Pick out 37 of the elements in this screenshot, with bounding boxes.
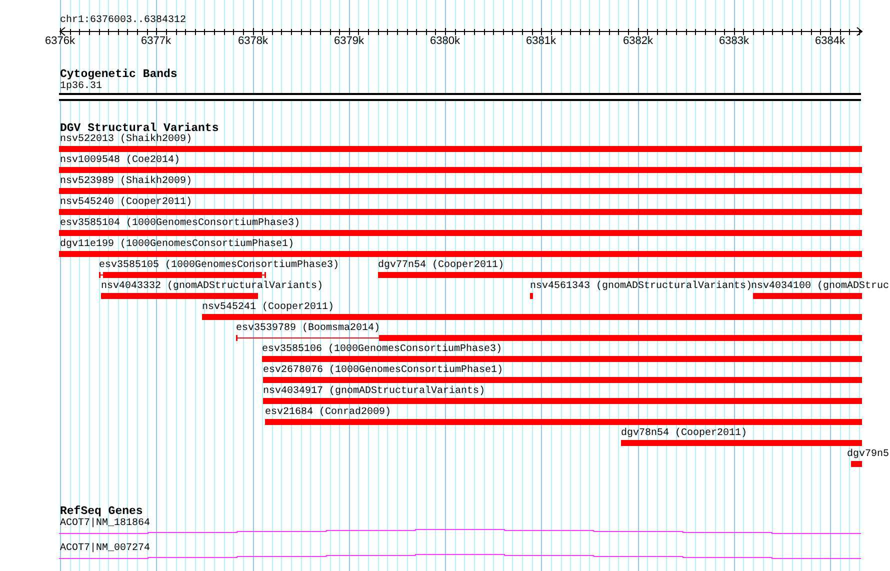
feature-label: dgv78n54 (Cooper2011) [621,428,748,440]
feature-label: ACOT7|NM_007274 [60,543,150,555]
feature-label: ACOT7|NM_181864 [60,518,150,530]
feature-label: esv2678076 (1000GenomesConsortiumPhase1) [263,365,504,377]
feature-label: dgv79n5 [847,449,890,461]
feature-label: nsv545241 (Cooper2011) [202,302,334,314]
track-title: Cytogenetic Bands [60,68,178,81]
feature-label: dgv77n54 (Cooper2011) [378,260,504,272]
variant-bar [530,293,533,299]
feature-label: dgv11e199 (1000GenomesConsortiumPhase1) [60,239,294,251]
feature-label: esv3585106 (1000GenomesConsortiumPhase3) [262,344,502,356]
tick-label: 6378k [238,35,268,47]
feature-label: esv3539789 (Boomsma2014) [236,323,380,335]
feature-label: nsv545240 (Cooper2011) [60,197,192,209]
feature-label: esv3585104 (1000GenomesConsortiumPhase3) [60,218,300,230]
feature-label: nsv4043332 (gnomADStructuralVariants) [101,281,324,293]
feature-label: nsv1009548 (Coe2014) [60,155,180,167]
feature-label: 1p36.31 [60,81,102,93]
feature-label: nsv4561343 (gnomADStructuralVariants) [530,281,752,293]
feature-label: nsv522013 (Shaikh2009) [60,134,192,146]
variant-bar [851,461,862,467]
track-title: RefSeq Genes [60,505,143,518]
tick-label: 6382k [623,35,653,47]
tick-label: 6381k [526,35,556,47]
tick-label: 6377k [141,35,171,47]
feature-label: esv21684 (Conrad2009) [265,407,392,419]
tick-label: 6384k [815,35,845,47]
feature-label: nsv4034100 (gnomADStruc [751,281,890,293]
tick-label: 6376k [45,35,75,47]
feature-label: nsv4034917 (gnomADStructuralVariants) [263,386,486,398]
track-title: DGV Structural Variants [60,122,219,135]
tick-label: 6379k [334,35,364,47]
feature-label: nsv523989 (Shaikh2009) [60,176,192,188]
tick-label: 6380k [430,35,460,47]
tick-label: 6383k [719,35,749,47]
location-label: chr1:6376003..6384312 [60,15,186,27]
feature-label: esv3585105 (1000GenomesConsortiumPhase3) [99,260,340,272]
